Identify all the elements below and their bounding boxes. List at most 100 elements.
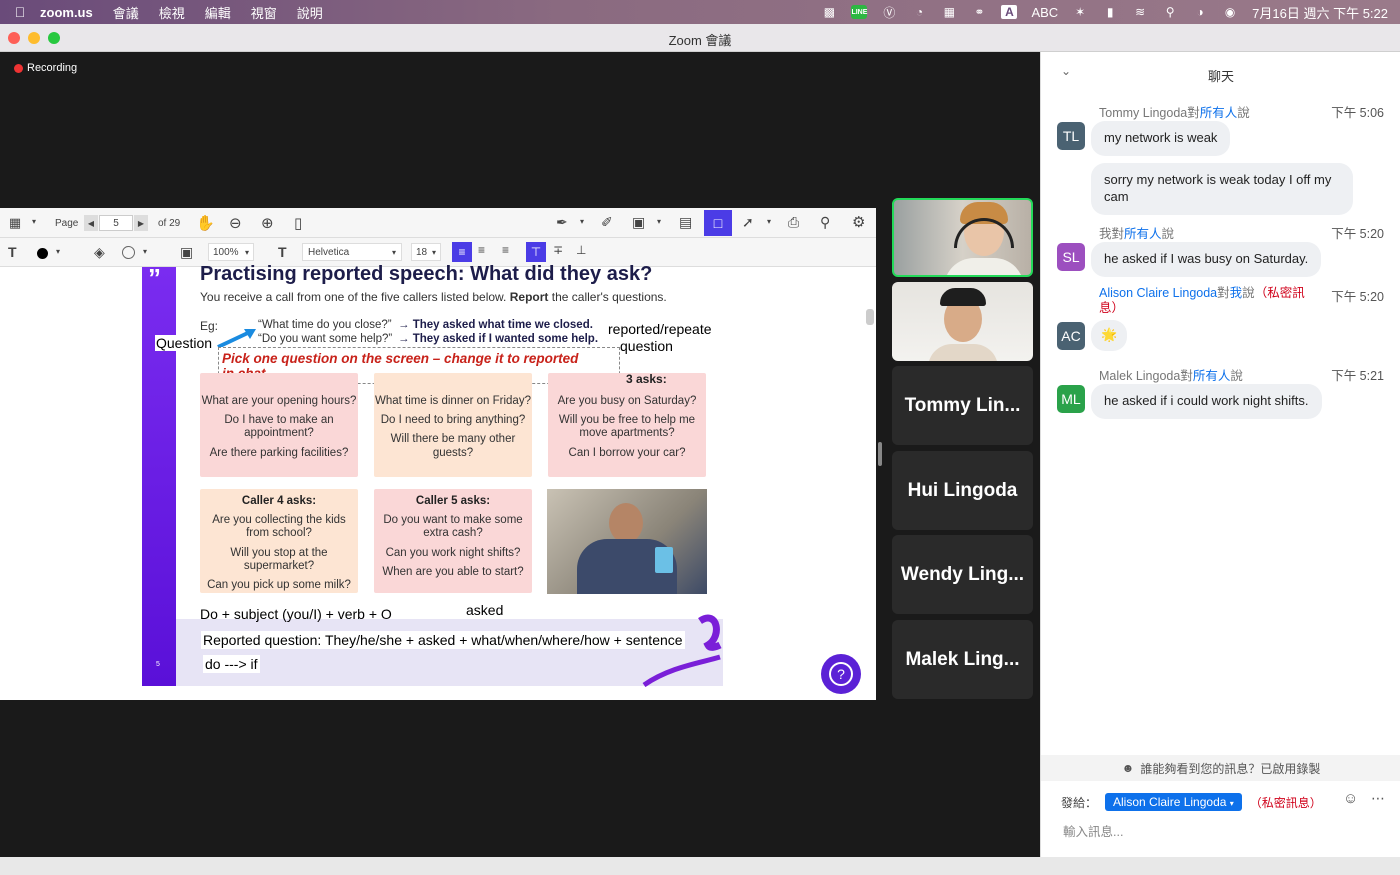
battery-icon[interactable]: ▮ [1102,5,1118,19]
shape-circle-icon[interactable] [122,246,135,259]
annotation-question[interactable]: Question [155,335,214,351]
menu-help[interactable]: 說明 [297,3,323,22]
caller-1-card: What are your opening hours? Do I have t… [200,373,358,477]
menu-view[interactable]: 檢視 [159,3,185,22]
search-icon[interactable]: ⚲ [820,214,830,231]
annotation-asked[interactable]: asked [466,602,503,618]
align-left-icon[interactable]: ≡ [452,242,472,262]
zoom-out-icon[interactable]: ⊖ [229,214,242,232]
message-2-recipient[interactable]: 所有人 [1124,227,1162,241]
line-dropdown-icon[interactable]: ▾ [767,217,771,226]
shape-dropdown-icon[interactable]: ▾ [143,247,147,256]
thumbnails-grid-icon[interactable]: ▦ [8,215,22,230]
participant-tile-tommy[interactable]: Tommy Lin... [892,366,1033,445]
select-area-icon[interactable]: □ [704,210,732,236]
align-center-icon[interactable]: ≡ [478,243,485,257]
more-options-icon[interactable]: ⋯ [1371,790,1385,807]
page-number-input[interactable]: 5 [99,215,133,231]
message-1-recipient[interactable]: 所有人 [1200,106,1238,120]
pen-tool-icon[interactable]: ✒ [556,214,568,231]
page-view-icon[interactable]: ▯ [294,214,302,232]
font-family-value: Helvetica [308,246,350,258]
text-style-icon[interactable]: T [8,244,17,260]
color-dropdown-icon[interactable]: ▾ [56,247,60,256]
color-swatch-icon[interactable] [37,248,48,259]
signature-icon[interactable]: ✐ [601,214,613,231]
headphones-icon[interactable]: ⚭ [971,5,987,19]
line-tool-icon[interactable]: ➚ [742,214,754,231]
comment-icon[interactable]: ▤ [679,214,692,231]
valign-bottom-icon[interactable]: ⊥ [576,243,586,257]
align-right-icon[interactable]: ≡ [502,243,509,257]
message-2-bubble[interactable]: he asked if I was busy on Saturday. [1091,242,1322,277]
formula-do-if[interactable]: do ---> if [203,655,260,673]
speedometer-icon[interactable]: ◔ [911,5,927,19]
bluetooth-icon[interactable]: ✶ [1072,5,1088,19]
participant-tile-wendy[interactable]: Wendy Ling... [892,535,1033,614]
help-button[interactable]: ? [821,654,861,694]
privacy-notice-bar[interactable]: ☻ 誰能夠看到您的訊息？已啟用錄製 [1041,755,1400,781]
siri-icon[interactable]: ◉ [1222,5,1238,19]
message-1-bubble-1[interactable]: my network is weak [1091,121,1231,156]
participant-tile-malek[interactable]: Malek Ling... [892,620,1033,699]
font-size-type-icon[interactable]: T [278,244,287,260]
emoji-icon[interactable]: ☺ [1343,790,1358,807]
line-app-icon[interactable]: LINE [851,5,868,19]
menu-window[interactable]: 視窗 [251,3,277,22]
opacity-icon[interactable]: ▣ [180,244,193,261]
privacy-notice-text: 誰能夠看到您的訊息？已啟用錄製 [1140,761,1321,776]
participant-tile-video-2[interactable] [892,282,1033,361]
window-bottom-edge [0,857,1400,875]
participant-tile-speaker[interactable] [892,198,1033,277]
valign-top-icon[interactable]: ⊤ [526,242,546,262]
menu-meeting[interactable]: 會議 [113,3,139,22]
recipient-dropdown[interactable]: Alison Claire Lingoda ▾ [1105,793,1242,811]
example-question-1: “What time do you close?” [258,319,392,331]
image-tool-icon[interactable]: ▣ [632,214,645,231]
message-1-bubble-2[interactable]: sorry my network is weak today I off my … [1091,163,1353,215]
screen-icon[interactable]: ▦ [941,5,957,19]
message-3-suffix: 說 [1242,286,1255,300]
settings-gear-icon[interactable]: ⚙ [852,213,865,231]
annotation-question-2[interactable]: question [620,338,673,354]
message-4-bubble[interactable]: he asked if i could work night shifts. [1091,384,1322,419]
message-3-recipient[interactable]: 我 [1230,286,1243,300]
zoom-status-icon[interactable]: ▩ [821,5,837,19]
apple-icon[interactable]:  [0,4,40,20]
menu-datetime[interactable]: 7月16日 週六 下午 5:22 [1252,3,1388,22]
annotation-reported[interactable]: reported/repeate [608,321,712,337]
wifi-icon[interactable]: ≋ [1132,5,1148,19]
image-dropdown-icon[interactable]: ▾ [657,217,661,226]
print-icon[interactable]: ⎙ [788,214,799,231]
grammarly-icon[interactable]: Ⓥ [881,5,897,20]
panel-resize-handle[interactable] [878,442,882,466]
font-family-select[interactable]: Helvetica ▾ [302,243,402,261]
caller-3-q3: Can I borrow your car? [568,446,686,459]
menu-app-name[interactable]: zoom.us [40,5,93,20]
menu-edit[interactable]: 編輯 [205,3,231,22]
thumbnails-dropdown-icon[interactable]: ▾ [32,217,36,226]
participant-tile-hui[interactable]: Hui Lingoda [892,451,1033,530]
prev-page-button[interactable]: ◀ [84,215,98,231]
input-method-label[interactable]: ABC [1031,5,1058,20]
control-center-icon[interactable]: ◑ [1192,5,1208,19]
spotlight-search-icon[interactable]: ⚲ [1162,5,1178,19]
pen-dropdown-icon[interactable]: ▾ [580,217,584,226]
next-page-button[interactable]: ▶ [134,215,148,231]
valign-middle-icon[interactable]: ∓ [553,243,563,257]
message-3-bubble[interactable]: 🌟 [1091,320,1128,351]
input-method-icon[interactable]: A [1001,5,1018,19]
hand-tool-icon[interactable]: ✋ [196,214,215,232]
font-size-select[interactable]: 18 ▾ [411,243,441,261]
fill-bucket-icon[interactable]: ◈ [94,244,105,261]
participant-2-body [928,344,998,361]
vertical-scrollbar[interactable] [866,309,874,325]
zoom-in-icon[interactable]: ⊕ [261,214,274,232]
formula-reported-question[interactable]: Reported question: They/he/she + asked +… [201,631,685,649]
zoom-level-select[interactable]: 100% ▾ [208,243,254,261]
caller-4-header: Caller 4 asks: [241,495,317,507]
chat-message-input[interactable]: 輸入訊息... [1063,821,1123,840]
message-4-recipient[interactable]: 所有人 [1193,369,1231,383]
private-message-label: （私密訊息） [1249,795,1322,810]
formula-direct-question[interactable]: Do + subject (you/I) + verb + O [200,606,392,622]
